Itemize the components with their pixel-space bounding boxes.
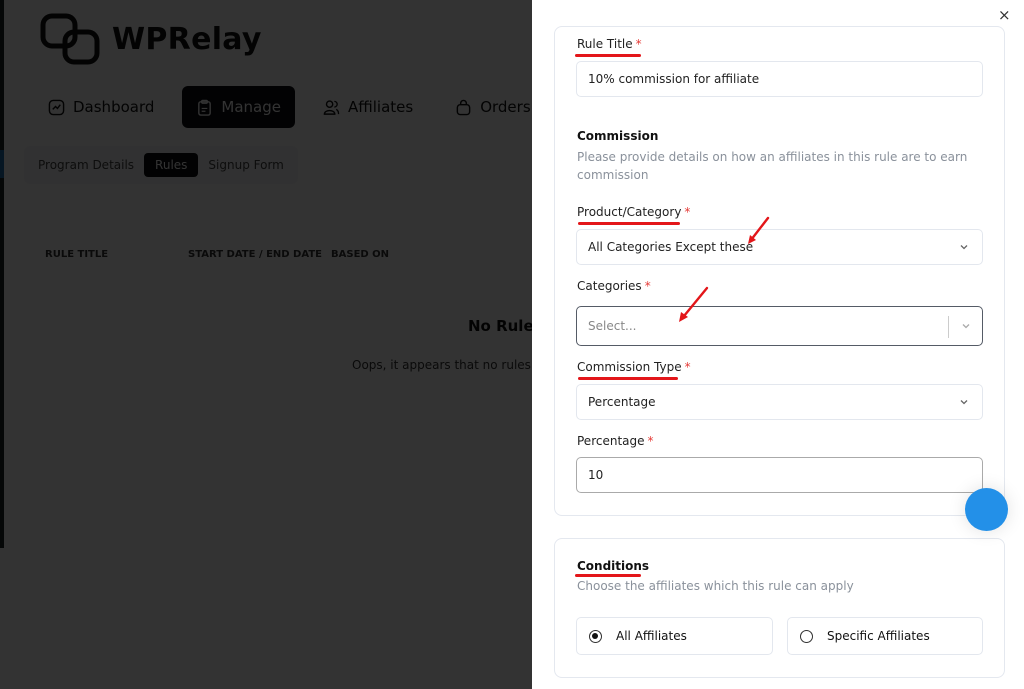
close-icon[interactable]: × (998, 7, 1011, 23)
chevron-down-icon (960, 245, 968, 250)
input-value: 10 (588, 468, 604, 482)
percentage-label: Percentage * (577, 434, 654, 448)
label-text: Commission Type (577, 360, 682, 374)
label-text: Percentage (577, 434, 645, 448)
annotation-underline (578, 222, 680, 225)
product-category-select[interactable]: All Categories Except these (576, 229, 983, 265)
required-mark: * (644, 279, 651, 293)
radio-label: All Affiliates (616, 629, 687, 643)
label-text: Product/Category (577, 205, 682, 219)
percentage-input[interactable]: 10 (576, 457, 983, 493)
chevron-down-icon[interactable] (960, 320, 972, 332)
rule-title-label: Rule Title * (577, 37, 642, 51)
annotation-arrow-icon (748, 216, 770, 244)
radio-all-affiliates[interactable]: All Affiliates (576, 617, 773, 655)
radio-unselected-icon[interactable] (800, 629, 813, 643)
label-text: Categories (577, 279, 642, 293)
categories-label: Categories * (577, 279, 651, 293)
annotation-underline (578, 377, 678, 380)
categories-multiselect[interactable]: Select... (576, 306, 983, 346)
annotation-arrow-icon (679, 286, 709, 322)
commission-type-select[interactable]: Percentage (576, 384, 983, 420)
rule-title-input[interactable]: 10% commission for affiliate (576, 61, 983, 97)
label-text: Rule Title (577, 37, 633, 51)
annotation-underline (575, 54, 641, 57)
required-mark: * (635, 37, 642, 51)
radio-label: Specific Affiliates (827, 629, 930, 643)
input-value: 10% commission for affiliate (588, 72, 760, 86)
required-mark: * (647, 434, 654, 448)
radio-selected-icon[interactable] (589, 629, 602, 643)
indicator-separator (948, 316, 949, 338)
select-value: All Categories Except these (588, 240, 754, 254)
select-value: Percentage (588, 395, 656, 409)
commission-section-title: Commission (577, 129, 659, 143)
required-mark: * (684, 360, 691, 374)
required-mark: * (684, 205, 691, 219)
chevron-down-icon (960, 400, 968, 405)
select-placeholder: Select... (588, 319, 637, 333)
conditions-section-title: Conditions (577, 559, 650, 573)
radio-specific-affiliates[interactable]: Specific Affiliates (787, 617, 983, 655)
commission-type-label: Commission Type * (577, 360, 691, 374)
product-category-label: Product/Category * (577, 205, 690, 219)
floating-help-button[interactable] (965, 488, 1008, 531)
commission-section-description: Please provide details on how an affilia… (577, 150, 968, 182)
conditions-section-description: Choose the affiliates which this rule ca… (577, 579, 854, 593)
